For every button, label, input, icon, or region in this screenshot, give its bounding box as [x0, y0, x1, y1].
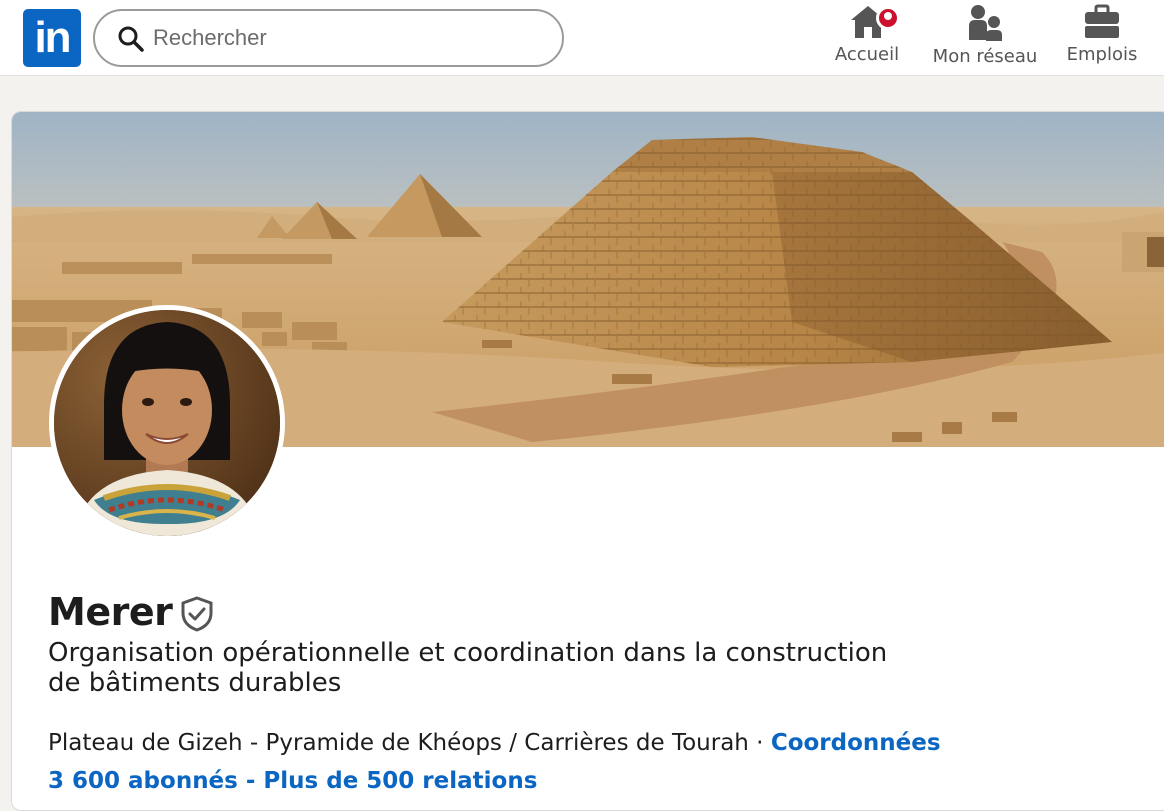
nav-home-label: Accueil [834, 44, 900, 65]
profile-card: Merer Organisation opérationnelle et coo… [11, 111, 1164, 811]
search-box[interactable] [93, 9, 564, 67]
nav-home[interactable]: Accueil [830, 4, 904, 74]
nav-network[interactable]: Mon réseau [930, 4, 1040, 74]
portrait-image [54, 310, 280, 536]
name-row: Merer [48, 588, 214, 636]
top-navigation-bar: in Accueil Mon réseau Emplois [0, 0, 1164, 76]
location-separator: · [748, 730, 771, 756]
verified-shield-icon[interactable] [180, 596, 214, 632]
profile-avatar[interactable] [49, 305, 285, 541]
location-line: Plateau de Gizeh - Pyramide de Khéops / … [48, 730, 941, 756]
nav-jobs[interactable]: Emplois [1062, 4, 1142, 74]
profile-location: Plateau de Gizeh - Pyramide de Khéops / … [48, 730, 749, 756]
linkedin-logo[interactable]: in [23, 9, 81, 67]
nav-jobs-label: Emplois [1066, 44, 1138, 65]
briefcase-icon [1085, 4, 1119, 38]
followers-connections-link[interactable]: 3 600 abonnés - Plus de 500 relations [48, 768, 537, 794]
people-icon [969, 5, 1002, 41]
notification-badge [876, 6, 900, 30]
search-icon [118, 26, 144, 52]
nav-network-label: Mon réseau [932, 46, 1038, 67]
profile-name: Merer [48, 590, 173, 634]
search-input[interactable] [153, 19, 533, 57]
contact-info-link[interactable]: Coordonnées [771, 730, 941, 756]
profile-headline: Organisation opérationnelle et coordinat… [48, 638, 888, 698]
